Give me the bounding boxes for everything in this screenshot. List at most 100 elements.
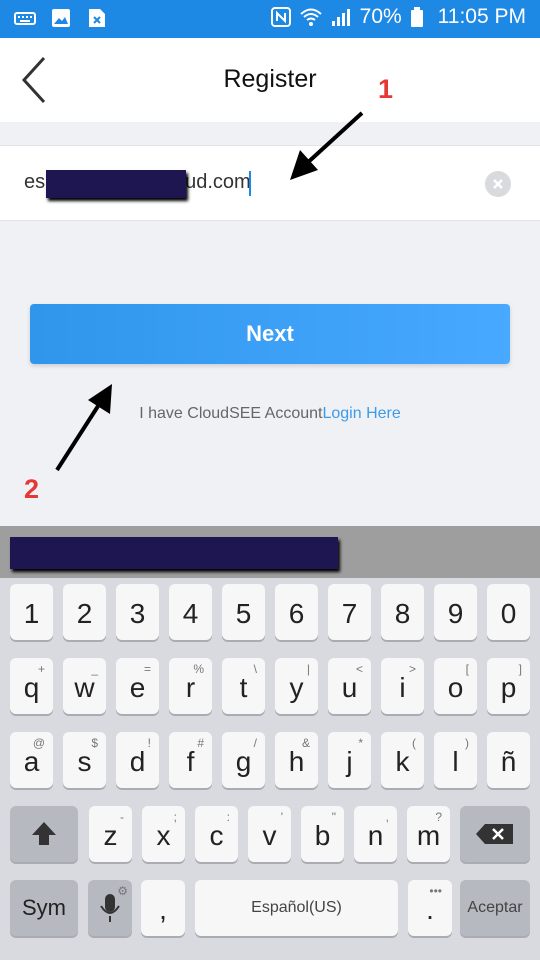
key-secondary-label: & <box>301 736 310 750</box>
key-label: 5 <box>235 598 252 629</box>
key-secondary-label: " <box>331 810 336 824</box>
key-x[interactable]: x; <box>142 806 185 862</box>
annotation-label-2: 2 <box>24 474 40 504</box>
key-label: p <box>500 672 517 703</box>
key-6[interactable]: 6 <box>275 584 318 640</box>
key-label: g <box>235 746 252 777</box>
key-4[interactable]: 4 <box>169 584 212 640</box>
key-secondary-label: , <box>385 810 389 824</box>
key-secondary-label: _ <box>91 662 98 676</box>
key-label: ñ <box>500 746 517 777</box>
key-q[interactable]: q + <box>10 658 53 714</box>
key-label: d <box>129 746 146 777</box>
key-secondary-label: ] <box>518 662 522 676</box>
annotation-label-1: 1 <box>378 74 394 104</box>
key-label: i <box>399 672 406 703</box>
key-label: 7 <box>341 598 358 629</box>
key-label: h <box>288 746 305 777</box>
key-secondary-label: / <box>253 736 257 750</box>
key-p[interactable]: p] <box>487 658 530 714</box>
shift-key[interactable] <box>10 806 78 862</box>
key-o[interactable]: o[ <box>434 658 477 714</box>
key-label: 0 <box>500 598 517 629</box>
accept-key[interactable]: Aceptar <box>460 880 530 936</box>
space-key[interactable]: Español(US) <box>195 880 398 936</box>
key-secondary-label: < <box>355 662 363 676</box>
key-label: o <box>447 672 464 703</box>
space-key-label: Español(US) <box>251 899 342 916</box>
key-3[interactable]: 3 <box>116 584 159 640</box>
key-j[interactable]: j * <box>328 732 371 788</box>
key-label: q <box>23 672 40 703</box>
key-label: v <box>262 820 277 851</box>
arrow-1 <box>290 111 364 180</box>
backspace-icon <box>476 824 513 844</box>
key-label: m <box>416 820 441 851</box>
key-i[interactable]: i > <box>381 658 424 714</box>
key-s[interactable]: s $ <box>63 732 106 788</box>
key-c[interactable]: c: <box>195 806 238 862</box>
key-n[interactable]: n, <box>354 806 397 862</box>
key-7[interactable]: 7 <box>328 584 371 640</box>
key-label: n <box>367 820 384 851</box>
key-secondary-label: % <box>193 662 204 676</box>
annotation-arrows <box>55 111 364 472</box>
key-a[interactable]: a @ <box>10 732 53 788</box>
key-secondary-label: ( <box>412 736 416 750</box>
key-secondary-label: > <box>408 662 416 676</box>
shift-icon <box>32 822 56 845</box>
key-label: k <box>395 746 410 777</box>
arrow-2 <box>55 384 112 472</box>
key-label: r <box>185 672 196 703</box>
key-z[interactable]: z- <box>89 806 132 862</box>
key-label: z <box>103 820 118 851</box>
key-secondary-label: ; <box>173 810 177 824</box>
key-5[interactable]: 5 <box>222 584 265 640</box>
key-2[interactable]: 2 <box>63 584 106 640</box>
sym-key[interactable]: Sym <box>10 880 78 936</box>
key-e[interactable]: e = <box>116 658 159 714</box>
key-secondary-label: ) <box>465 736 469 750</box>
key-f[interactable]: f # <box>169 732 212 788</box>
key-label: l <box>452 746 459 777</box>
key-k[interactable]: k( <box>381 732 424 788</box>
key-label: c <box>209 820 224 851</box>
key-w[interactable]: w _ <box>63 658 106 714</box>
key-y[interactable]: y | <box>275 658 318 714</box>
key-ñ[interactable]: ñ <box>487 732 530 788</box>
key-secondary-label: + <box>37 662 45 676</box>
key-1[interactable]: 1 <box>10 584 53 640</box>
key-secondary-label: \ <box>253 662 257 676</box>
period-key[interactable]: •••. <box>408 880 452 936</box>
comma-key-label: , <box>159 894 167 925</box>
key-secondary-label: - <box>120 810 124 824</box>
key-8[interactable]: 8 <box>381 584 424 640</box>
key-label: 4 <box>182 598 199 629</box>
backspace-key[interactable] <box>460 806 530 862</box>
key-secondary-label: ? <box>435 810 442 824</box>
key-label: f <box>186 746 195 777</box>
key-g[interactable]: g / <box>222 732 265 788</box>
key-r[interactable]: r% <box>169 658 212 714</box>
key-v[interactable]: v ' <box>248 806 291 862</box>
key-label: x <box>156 820 171 851</box>
comma-key[interactable]: , <box>141 880 185 936</box>
key-label: w <box>74 672 95 703</box>
key-label: 6 <box>288 598 305 629</box>
key-u[interactable]: u < <box>328 658 371 714</box>
key-m[interactable]: m? <box>407 806 450 862</box>
key-d[interactable]: d! <box>116 732 159 788</box>
voice-key[interactable]: ⚙ <box>88 880 132 936</box>
key-label: y <box>289 672 304 703</box>
key-t[interactable]: t \ <box>222 658 265 714</box>
key-label: 1 <box>23 598 40 629</box>
key-label: b <box>314 820 331 851</box>
keyboard: 1234567890 q + w _ e = r% t \ y | u < i > o[p] a @ s $ d! f #… <box>0 578 540 960</box>
key-label: j <box>346 746 353 777</box>
key-9[interactable]: 9 <box>434 584 477 640</box>
key-h[interactable]: h & <box>275 732 318 788</box>
key-secondary-label: # <box>197 736 204 750</box>
key-0[interactable]: 0 <box>487 584 530 640</box>
key-b[interactable]: b " <box>301 806 344 862</box>
key-l[interactable]: l) <box>434 732 477 788</box>
